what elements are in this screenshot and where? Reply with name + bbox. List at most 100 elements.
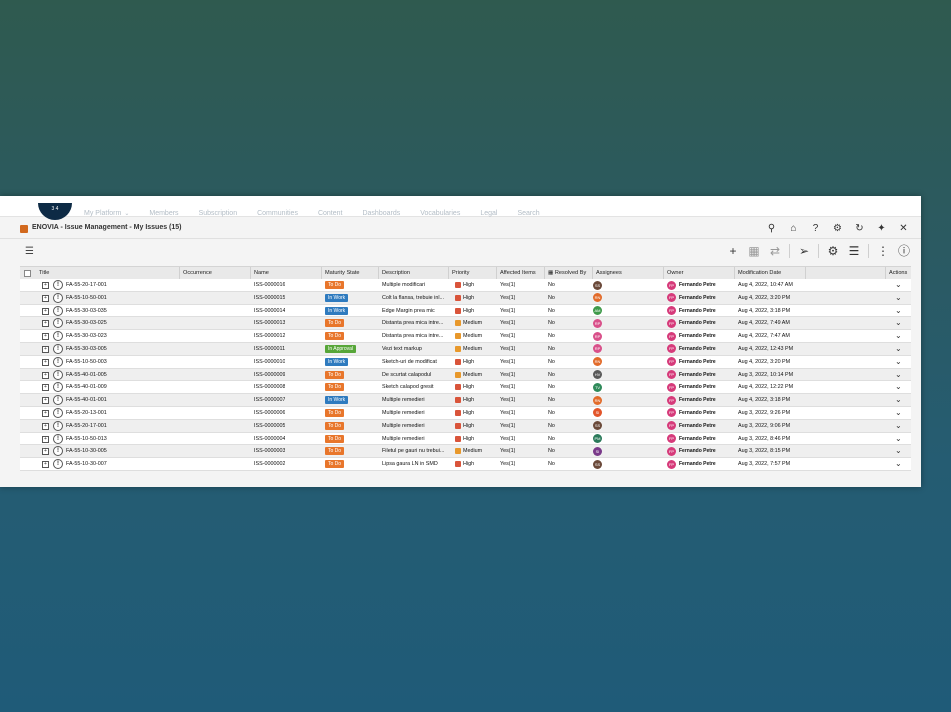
assignee-avatar[interactable]: SS	[593, 280, 602, 290]
col-maturity-state[interactable]: Maturity State	[322, 267, 379, 279]
owner-avatar[interactable]: FP	[667, 344, 676, 354]
col-affected-items[interactable]: Affected Items	[497, 267, 545, 279]
state-badge[interactable]: In Work	[325, 306, 349, 315]
chevron-down-icon[interactable]: ⌄	[895, 292, 902, 304]
cell-title[interactable]: FA-55-30-03-023	[66, 330, 107, 342]
expand-icon[interactable]: +	[42, 371, 49, 379]
cell-affected-items[interactable]: Yes(1)	[500, 420, 515, 432]
cell-name[interactable]: ISS-0000009	[254, 369, 285, 381]
owner-avatar[interactable]: FP	[667, 331, 676, 341]
state-badge[interactable]: To Do	[325, 447, 345, 456]
cell-name[interactable]: ISS-0000010	[254, 356, 285, 368]
state-badge[interactable]: To Do	[325, 281, 345, 289]
chevron-down-icon[interactable]: ⌄	[895, 356, 902, 368]
nav-communities[interactable]: Communities	[257, 210, 298, 217]
chevron-down-icon[interactable]: ⌄	[895, 343, 902, 355]
expand-icon[interactable]: +	[42, 345, 49, 353]
cell-title[interactable]: FA-55-30-03-025	[66, 317, 107, 329]
chevron-down-icon[interactable]: ⌄	[895, 305, 902, 317]
document-icon[interactable]: ▦	[747, 244, 761, 258]
owner-avatar[interactable]: FP	[667, 382, 676, 392]
chevron-down-icon[interactable]: ⌄	[895, 420, 902, 432]
table-row[interactable]: + ! FA-55-20-17-001 ISS-0000016 To Do Mu…	[20, 279, 911, 292]
owner-avatar[interactable]: FP	[667, 459, 676, 469]
assignee-avatar[interactable]: HV	[593, 370, 602, 380]
cell-affected-items[interactable]: Yes(1)	[500, 445, 515, 457]
state-badge[interactable]: In Work	[325, 293, 349, 302]
cell-affected-items[interactable]: Yes(1)	[500, 292, 515, 304]
cell-name[interactable]: ISS-0000013	[254, 317, 285, 329]
cell-affected-items[interactable]: Yes(1)	[500, 317, 515, 329]
table-row[interactable]: + ! FA-55-40-01-001 ISS-0000007 In Work …	[20, 394, 911, 407]
cell-affected-items[interactable]: Yes(1)	[500, 433, 515, 445]
pin-icon[interactable]: ✦	[876, 222, 887, 235]
cell-affected-items[interactable]: Yes(1)	[500, 343, 515, 355]
cell-affected-items[interactable]: Yes(1)	[500, 330, 515, 342]
state-badge[interactable]: To Do	[325, 332, 345, 341]
cell-title[interactable]: FA-55-10-50-013	[66, 433, 107, 445]
owner-avatar[interactable]: FP	[667, 293, 676, 303]
state-badge[interactable]: To Do	[325, 319, 345, 328]
expand-icon[interactable]: +	[42, 397, 49, 405]
expand-icon[interactable]: +	[42, 307, 49, 315]
chevron-down-icon[interactable]: ⌄	[895, 279, 902, 291]
state-badge[interactable]: To Do	[325, 370, 345, 379]
cell-name[interactable]: ISS-0000015	[254, 292, 285, 304]
cell-title[interactable]: FA-55-30-03-005	[66, 343, 107, 355]
table-row[interactable]: + ! FA-55-40-01-005 ISS-0000009 To Do De…	[20, 368, 911, 382]
col-priority[interactable]: Priority	[449, 267, 497, 279]
link-icon[interactable]: ⇄	[768, 244, 782, 258]
col-description[interactable]: Description	[379, 267, 449, 279]
cell-name[interactable]: ISS-0000002	[254, 458, 285, 470]
expand-icon[interactable]: +	[42, 320, 49, 328]
assignee-avatar[interactable]: RP	[593, 318, 602, 328]
cell-affected-items[interactable]: Yes(1)	[500, 381, 515, 393]
owner-avatar[interactable]: FP	[667, 395, 676, 405]
expand-icon[interactable]: +	[42, 358, 49, 366]
cell-name[interactable]: ISS-0000007	[254, 394, 285, 406]
nav-dashboards[interactable]: Dashboards	[362, 210, 400, 217]
assignee-avatar[interactable]: RN	[593, 395, 602, 405]
nav-vocabularies[interactable]: Vocabularies	[420, 210, 460, 217]
chevron-down-icon[interactable]: ⌄	[895, 458, 902, 470]
cell-name[interactable]: ISS-0000008	[254, 381, 285, 393]
chevron-down-icon[interactable]: ⌄	[895, 369, 902, 381]
table-row[interactable]: + ! FA-55-10-50-001 ISS-0000015 In Work …	[20, 291, 911, 305]
cell-title[interactable]: FA-55-10-30-005	[66, 445, 107, 457]
assignee-avatar[interactable]: SI	[593, 408, 602, 418]
owner-avatar[interactable]: FP	[667, 280, 676, 290]
expand-icon[interactable]: +	[42, 409, 49, 417]
owner-avatar[interactable]: FP	[667, 421, 676, 431]
cell-title[interactable]: FA-55-10-50-001	[66, 292, 107, 304]
owner-avatar[interactable]: FP	[667, 370, 676, 380]
state-badge[interactable]: To Do	[325, 408, 345, 417]
cell-affected-items[interactable]: Yes(1)	[500, 305, 515, 317]
expand-icon[interactable]: +	[42, 333, 49, 341]
table-row[interactable]: + ! FA-55-20-13-001 ISS-0000006 To Do Mu…	[20, 406, 911, 420]
chevron-down-icon[interactable]: ⌄	[895, 381, 902, 393]
nav-my-platform[interactable]: My Platform ⌄	[84, 210, 129, 217]
cell-title[interactable]: FA-55-40-01-001	[66, 394, 107, 406]
assignee-avatar[interactable]: RN	[593, 293, 602, 303]
table-row[interactable]: + ! FA-55-40-01-009 ISS-0000008 To Do Sk…	[20, 381, 911, 395]
cell-affected-items[interactable]: Yes(1)	[500, 356, 515, 368]
expand-icon[interactable]: +	[42, 422, 49, 430]
compass-icon[interactable]: 3 4	[38, 203, 72, 220]
nav-legal[interactable]: Legal	[480, 210, 497, 217]
expand-icon[interactable]: +	[42, 282, 49, 289]
col-resolved-by[interactable]: ▦ Resolved By	[545, 267, 593, 279]
cell-title[interactable]: FA-55-20-17-001	[66, 279, 107, 291]
owner-avatar[interactable]: FP	[667, 357, 676, 367]
list-view-icon[interactable]: ☰	[847, 244, 861, 258]
cell-name[interactable]: ISS-0000012	[254, 330, 285, 342]
chevron-down-icon[interactable]: ⌄	[895, 433, 902, 445]
expand-icon[interactable]: +	[42, 294, 49, 302]
table-row[interactable]: + ! FA-55-10-30-007 ISS-0000002 To Do Li…	[20, 458, 911, 471]
col-name[interactable]: Name	[251, 267, 322, 279]
owner-avatar[interactable]: FP	[667, 318, 676, 328]
state-badge[interactable]: To Do	[325, 434, 345, 443]
table-row[interactable]: + ! FA-55-30-03-005 ISS-0000011 In Appro…	[20, 342, 911, 356]
state-badge[interactable]: To Do	[325, 460, 345, 469]
cell-name[interactable]: ISS-0000014	[254, 305, 285, 317]
chevron-down-icon[interactable]: ⌄	[895, 407, 902, 419]
